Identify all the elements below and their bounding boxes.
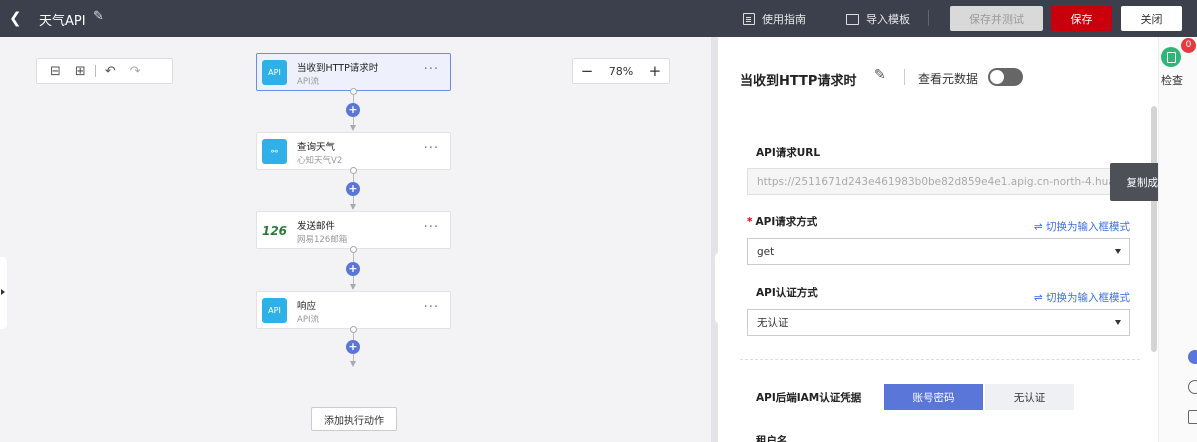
add-step-button[interactable]: + <box>346 262 360 276</box>
folder-icon <box>846 13 859 25</box>
flow-node-weather[interactable]: ⚯ 查询天气 心知天气V2 ··· <box>256 132 451 170</box>
mail-126-icon: 126 <box>262 218 287 243</box>
section-divider <box>740 359 1140 360</box>
iam-option-none[interactable]: 无认证 <box>985 384 1074 410</box>
view-metadata-label: 查看元数据 <box>918 72 979 86</box>
connector-line <box>353 117 354 125</box>
node-subtitle: 网易126邮箱 <box>297 235 348 245</box>
connector-line <box>353 276 354 284</box>
arrow-down-icon <box>350 361 356 367</box>
flow-node-trigger[interactable]: API 当收到HTTP请求时 API流 ··· <box>256 53 451 91</box>
page-title: 天气API <box>39 14 86 29</box>
share-nodes-icon: ⚯ <box>262 139 287 164</box>
method-select[interactable]: get <box>747 238 1130 265</box>
arrow-down-icon <box>350 204 356 210</box>
chevron-down-icon <box>1115 249 1121 254</box>
guide-link[interactable]: 使用指南 <box>743 11 806 27</box>
import-template-link[interactable]: 导入模板 <box>846 11 910 27</box>
more-icon[interactable]: ··· <box>424 300 439 315</box>
divider <box>928 10 929 26</box>
auth-label: API认证方式 <box>756 287 818 299</box>
redo-icon[interactable]: ↷ <box>130 64 141 79</box>
method-value: get <box>757 245 775 258</box>
arrow-down-icon <box>350 125 356 131</box>
panel-splitter[interactable] <box>711 37 718 442</box>
guide-label: 使用指南 <box>762 13 806 26</box>
more-icon[interactable]: ··· <box>424 220 439 235</box>
auth-select[interactable]: 无认证 <box>747 309 1130 336</box>
save-and-test-button[interactable]: 保存并测试 <box>950 6 1043 31</box>
align-center-icon[interactable]: ⊞ <box>75 64 86 79</box>
tenant-label: 租户名 <box>756 435 788 442</box>
connector-dot <box>350 246 357 253</box>
connector-line <box>353 196 354 204</box>
zoom-control: − 78% + <box>572 58 670 84</box>
add-step-button[interactable]: + <box>346 340 360 354</box>
switch-input-mode-link[interactable]: ⇌ 切换为输入框模式 <box>1034 219 1130 234</box>
connector-dot <box>350 326 357 333</box>
connector-line <box>353 354 354 361</box>
top-bar: ❮ 天气API ✎ 使用指南 导入模板 保存并测试 保存 关闭 <box>0 0 1197 37</box>
canvas-toolbar: ⊟ ⊞ ↶ ↷ <box>36 58 173 84</box>
node-name: 响应 <box>297 301 317 312</box>
connector-line <box>353 253 354 262</box>
flow-node-mail[interactable]: 126 发送邮件 网易126邮箱 ··· <box>256 211 451 249</box>
node-subtitle: 心知天气V2 <box>297 156 343 166</box>
properties-panel: 当收到HTTP请求时 ✎ 查看元数据 API请求URL https://2511… <box>718 37 1158 442</box>
close-button[interactable]: 关闭 <box>1121 6 1182 31</box>
edit-title-icon[interactable]: ✎ <box>93 9 104 24</box>
zoom-in-button[interactable]: + <box>649 62 662 80</box>
connector-dot <box>350 88 357 95</box>
url-label: API请求URL <box>756 147 821 159</box>
api-icon: API <box>262 60 287 85</box>
assistant-icon[interactable] <box>1188 350 1197 364</box>
toggle-knob <box>990 70 1004 84</box>
check-label: 检查 <box>1161 74 1183 87</box>
panel-scrollbar[interactable] <box>1151 106 1157 352</box>
left-panel-toggle[interactable] <box>0 257 7 329</box>
zoom-level: 78% <box>608 64 634 78</box>
help-icon[interactable] <box>1188 380 1197 394</box>
chevron-down-icon <box>1115 320 1121 325</box>
document-icon <box>743 13 755 25</box>
flow-node-response[interactable]: API 响应 API流 ··· <box>256 291 451 329</box>
more-icon[interactable]: ··· <box>424 62 439 77</box>
notification-badge: 0 <box>1181 38 1196 53</box>
auth-value: 无认证 <box>757 317 789 329</box>
url-field[interactable]: https://2511671d243e461983b0be82d859e4e1… <box>747 168 1130 195</box>
add-step-button[interactable]: + <box>346 103 360 117</box>
connector-dot <box>350 167 357 174</box>
flow-canvas[interactable]: ⊟ ⊞ ↶ ↷ − 78% + API 当收到HTTP请求时 API流 ··· … <box>0 37 711 442</box>
node-name: 当收到HTTP请求时 <box>297 63 379 74</box>
node-name: 发送邮件 <box>297 221 336 232</box>
zoom-out-button[interactable]: − <box>581 62 594 80</box>
divider <box>94 65 96 77</box>
add-action-button[interactable]: 添加执行动作 <box>311 407 397 431</box>
arrow-down-icon <box>350 284 356 290</box>
iam-label: API后端IAM认证凭据 <box>756 392 862 404</box>
import-label: 导入模板 <box>866 13 910 26</box>
switch-input-mode-link[interactable]: ⇌ 切换为输入框模式 <box>1034 290 1130 305</box>
method-label: * API请求方式 <box>747 216 818 228</box>
save-button[interactable]: 保存 <box>1051 6 1112 31</box>
add-step-button[interactable]: + <box>346 182 360 196</box>
node-name: 查询天气 <box>297 142 336 153</box>
align-top-icon[interactable]: ⊟ <box>50 64 61 79</box>
metadata-toggle[interactable] <box>988 68 1023 86</box>
node-subtitle: API流 <box>297 315 319 325</box>
panel-title: 当收到HTTP请求时 <box>740 74 857 89</box>
caret-right-icon <box>1 289 5 295</box>
node-subtitle: API流 <box>297 77 319 87</box>
iam-option-account[interactable]: 账号密码 <box>884 384 983 410</box>
api-icon: API <box>262 298 287 323</box>
more-icon[interactable]: ··· <box>424 141 439 156</box>
back-icon[interactable]: ❮ <box>9 9 23 27</box>
feedback-icon[interactable] <box>1188 410 1197 424</box>
check-icon[interactable] <box>1161 47 1181 67</box>
edit-name-icon[interactable]: ✎ <box>874 67 886 83</box>
undo-icon[interactable]: ↶ <box>105 64 116 79</box>
divider <box>904 69 905 85</box>
